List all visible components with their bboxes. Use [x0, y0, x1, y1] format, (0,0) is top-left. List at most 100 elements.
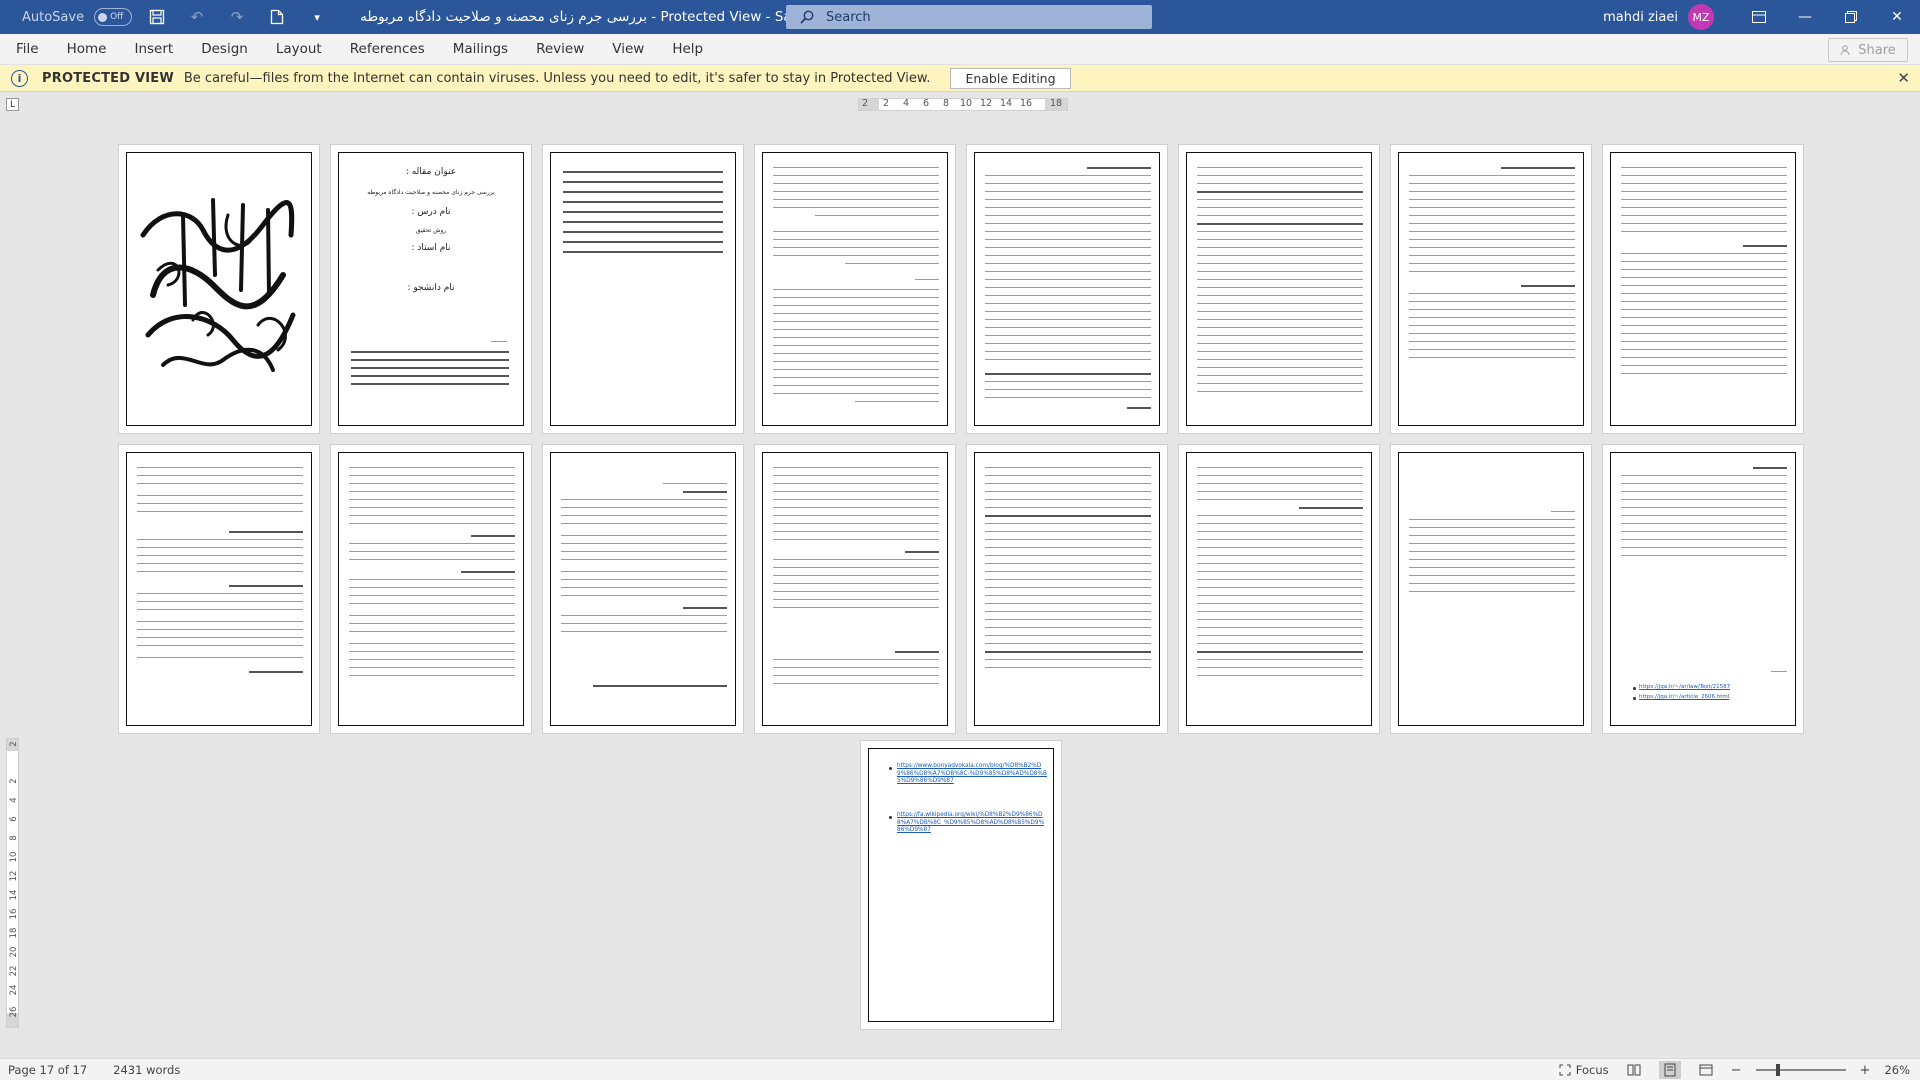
reference-link[interactable]: https://fa.wikipedia.org/wiki/%D8%B2%D9%…	[897, 812, 1047, 835]
text-line	[1197, 603, 1363, 605]
page-15[interactable]	[1390, 444, 1592, 734]
tab-mailings[interactable]: Mailings	[439, 34, 522, 65]
page-16[interactable]: https://jqa.ir/~/ar/law/Text/21587 https…	[1602, 444, 1804, 734]
redo-icon[interactable]: ↷	[222, 2, 252, 32]
text-line	[349, 499, 515, 501]
close-icon[interactable]: ✕	[1874, 0, 1920, 34]
zoom-slider[interactable]	[1755, 1064, 1846, 1076]
zoom-thumb[interactable]	[1775, 1064, 1780, 1076]
page-7[interactable]	[1390, 144, 1592, 434]
page-3[interactable]	[542, 144, 744, 434]
text-line	[985, 595, 1151, 597]
save-icon[interactable]	[142, 2, 172, 32]
tab-view[interactable]: View	[598, 34, 658, 65]
tab-layout[interactable]: Layout	[262, 34, 336, 65]
text-line	[773, 683, 939, 685]
text-line	[1197, 667, 1363, 669]
close-icon[interactable]: ✕	[1897, 69, 1910, 87]
text-line	[1621, 167, 1787, 169]
text-line	[349, 667, 515, 669]
text-line	[1409, 591, 1575, 593]
text-line	[1409, 535, 1575, 537]
focus-button[interactable]: Focus	[1559, 1063, 1609, 1077]
text-line	[985, 539, 1151, 541]
zoom-in-icon[interactable]: +	[1860, 1063, 1871, 1078]
user-name[interactable]: mahdi ziaei	[1603, 10, 1678, 25]
text-line	[1409, 183, 1575, 185]
page-9[interactable]	[118, 444, 320, 734]
page-10[interactable]	[330, 444, 532, 734]
search-box[interactable]: Search	[786, 5, 1152, 29]
text-line	[773, 313, 939, 315]
autosave-state: Off	[110, 12, 124, 22]
print-layout-icon[interactable]	[1658, 1061, 1681, 1079]
minimize-icon[interactable]: —	[1782, 0, 1828, 34]
text-line	[985, 359, 1151, 361]
page-1[interactable]	[118, 144, 320, 434]
new-document-icon[interactable]	[262, 2, 292, 32]
tab-review[interactable]: Review	[522, 34, 598, 65]
page-17[interactable]: https://www.bonyadvokala.com/blog/%D8%B2…	[860, 740, 1062, 1030]
tab-insert[interactable]: Insert	[120, 34, 187, 65]
enable-editing-button[interactable]: Enable Editing	[950, 67, 1071, 89]
page-11[interactable]	[542, 444, 744, 734]
text-line	[561, 623, 727, 625]
zoom-out-icon[interactable]: −	[1731, 1063, 1742, 1078]
text-line	[137, 555, 303, 557]
text-line	[1197, 627, 1363, 629]
avatar[interactable]: MZ	[1688, 4, 1714, 30]
cover-title: بررسی جرم زنای محصنه و صلاحیت دادگاه مرب…	[367, 189, 495, 196]
text-line	[1409, 215, 1575, 217]
page-indicator[interactable]: Page 17 of 17	[8, 1063, 87, 1077]
reference-link[interactable]: https://jqa.ir/~/ar/law/Text/21587	[1639, 684, 1773, 690]
text-line	[1621, 261, 1787, 263]
page-4[interactable]	[754, 144, 956, 434]
share-button[interactable]: Share	[1828, 38, 1908, 62]
text-line	[1621, 523, 1787, 525]
ribbon-display-options-icon[interactable]	[1736, 0, 1782, 34]
text-line	[1409, 199, 1575, 201]
text-line	[985, 579, 1151, 581]
customize-toolbar-icon[interactable]: ▾	[302, 2, 332, 32]
page-5[interactable]	[966, 144, 1168, 434]
text-line	[773, 559, 939, 561]
page-2[interactable]: عنوان مقاله : بررسی جرم زنای محصنه و صلا…	[330, 144, 532, 434]
tab-file[interactable]: File	[0, 34, 53, 65]
text-line	[1197, 531, 1363, 533]
web-layout-icon[interactable]	[1695, 1061, 1717, 1079]
page-6[interactable]	[1178, 144, 1380, 434]
tab-design[interactable]: Design	[187, 34, 262, 65]
text-line	[773, 659, 939, 661]
ruler-tick: 2	[862, 98, 869, 109]
reference-link[interactable]: https://www.bonyadvokala.com/blog/%D8%B2…	[897, 763, 1047, 786]
horizontal-ruler[interactable]: 2 2 4 6 8 10 12 14 16 18	[858, 98, 1068, 111]
tab-references[interactable]: References	[336, 34, 439, 65]
text-line	[773, 239, 939, 241]
reference-link[interactable]: https://jqa.ir/~/article_2606.html	[1639, 694, 1773, 700]
text-line	[1501, 167, 1575, 169]
ruler-tick: 2	[9, 741, 19, 747]
text-line	[1621, 309, 1787, 311]
zoom-level[interactable]: 26%	[1884, 1063, 1910, 1077]
tab-help[interactable]: Help	[658, 34, 717, 65]
tab-selector[interactable]: L	[6, 98, 19, 111]
share-icon	[1840, 45, 1850, 56]
word-count[interactable]: 2431 words	[113, 1063, 180, 1077]
read-mode-icon[interactable]	[1623, 1061, 1645, 1079]
page-14[interactable]	[1178, 444, 1380, 734]
tab-home[interactable]: Home	[53, 34, 121, 65]
page-8[interactable]	[1602, 144, 1804, 434]
autosave-toggle[interactable]: Off	[94, 8, 133, 26]
bullet	[1633, 697, 1636, 700]
restore-icon[interactable]	[1828, 0, 1874, 34]
text-line	[985, 563, 1151, 565]
ruler-area: L 2 2 4 6 8 10 12 14 16 18	[0, 92, 1920, 114]
text-line	[773, 231, 939, 233]
undo-icon[interactable]: ↶	[182, 2, 212, 32]
page-12[interactable]	[754, 444, 956, 734]
text-line	[349, 631, 515, 633]
text-line	[1409, 309, 1575, 311]
text-line	[1621, 301, 1787, 303]
vertical-ruler[interactable]: 2 2 4 6 8 10 12 14 16 18 20 22 24 26	[6, 738, 19, 1028]
page-13[interactable]	[966, 444, 1168, 734]
